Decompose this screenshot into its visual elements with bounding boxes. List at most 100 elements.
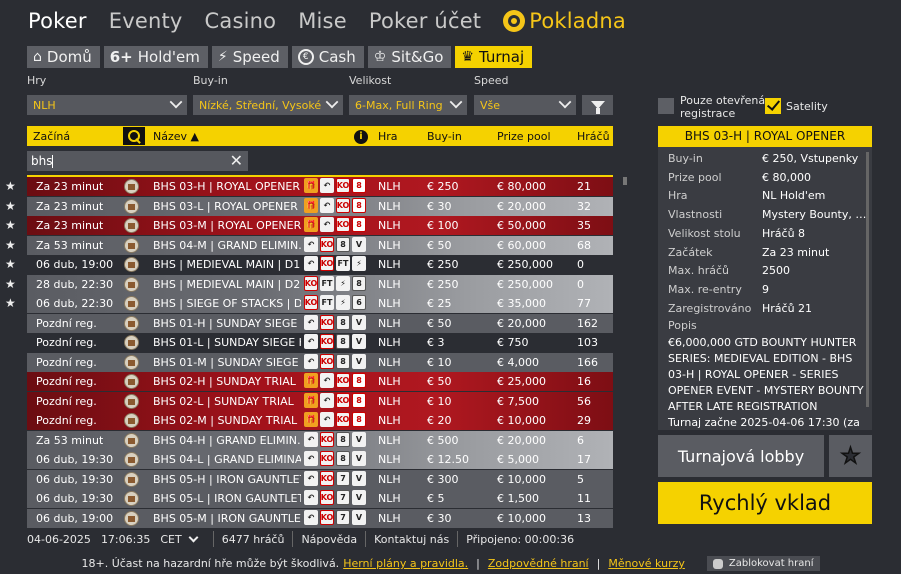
- row-badges: ↶ KO FT ⚡: [304, 256, 368, 271]
- table-row[interactable]: 28 dub, 22:30 BHS | MEDIEVAL MAIN | D2 NLH…: [27, 274, 613, 294]
- row-name: BHS 01-H | SUNDAY SIEGE …: [153, 316, 301, 330]
- table-row[interactable]: 06 dub, 22:30 BHS | SIEGE OF STACKS | D… N…: [27, 294, 613, 313]
- pin-icon[interactable]: ★: [5, 296, 19, 310]
- nav-poker[interactable]: Poker: [28, 9, 87, 33]
- tab-holdem[interactable]: 6+ Hold'em: [103, 46, 208, 68]
- detail-value: Hráčů 21: [762, 301, 813, 315]
- tournament-lobby-button[interactable]: Turnajová lobby: [658, 435, 824, 477]
- list-scrollbar[interactable]: [623, 177, 627, 185]
- row-players: 162: [577, 316, 598, 330]
- table-row[interactable]: Pozdní reg. BHS 01-H | SUNDAY SIEGE … NLH €…: [27, 313, 613, 333]
- favorite-button[interactable]: ★: [829, 435, 872, 477]
- row-prize-pool: € 10,000: [497, 511, 546, 525]
- size-select[interactable]: 6-Max, Full Ring: [349, 95, 467, 115]
- filter-button[interactable]: [582, 95, 613, 115]
- buyin-select[interactable]: Nízké, Střední, Vysoké: [193, 95, 343, 115]
- variant-badge: V: [352, 490, 366, 505]
- table-row[interactable]: 06 dub, 19:00 BHS 05-M | IRON GAUNTLET NLH…: [27, 508, 613, 528]
- header-players[interactable]: Hráčů: [577, 130, 610, 143]
- tab-cash[interactable]: € Cash: [291, 46, 364, 68]
- responsible-gaming-link[interactable]: Zodpovědné hraní: [488, 557, 589, 570]
- table-size-badge: 8: [336, 431, 350, 447]
- only-open-registration-label: Pouze otevřená registrace: [680, 94, 766, 120]
- nav-missions[interactable]: Mise: [298, 9, 347, 33]
- top-navigation: Poker Eventy Casino Mise Poker účet Pokl…: [0, 0, 901, 42]
- table-row[interactable]: 06 dub, 19:00 BHS | MEDIEVAL MAIN | D1 NLH…: [27, 255, 613, 274]
- table-row[interactable]: Za 23 minut BHS 03-L | ROYAL OPENER NLH € 3…: [27, 196, 613, 216]
- row-players: 29: [577, 414, 591, 427]
- tab-home[interactable]: ⌂ Domů: [27, 46, 100, 68]
- table-row[interactable]: 06 dub, 19:30 BHS 04-L | GRAND ELIMINA… NL…: [27, 450, 613, 469]
- pin-icon[interactable]: ★: [5, 257, 19, 271]
- table-row[interactable]: Za 23 minut BHS 03-M | ROYAL OPENER NLH € 1…: [27, 216, 613, 235]
- clear-search-icon[interactable]: ✕: [230, 151, 243, 171]
- table-row[interactable]: Pozdní reg. BHS 01-L | SUNDAY SIEGE K… NLH…: [27, 333, 613, 352]
- table-size-badge: 8: [336, 334, 350, 349]
- table-row[interactable]: Za 23 minut BHS 03-H | ROYAL OPENER NLH € 2…: [27, 177, 613, 196]
- contact-link[interactable]: Kontaktuj nás: [374, 533, 449, 546]
- search-input[interactable]: bhs ✕: [27, 151, 248, 171]
- reentry-icon: ↶: [320, 392, 334, 408]
- castle-icon: [124, 413, 139, 428]
- quick-deposit-button[interactable]: Rychlý vklad: [658, 482, 872, 524]
- game-rules-link[interactable]: Herní plány a pravidla.: [343, 557, 468, 570]
- text-cursor: [52, 155, 54, 168]
- table-row[interactable]: Za 53 minut BHS 04-M | GRAND ELIMIN… NLH € …: [27, 235, 613, 255]
- pin-icon[interactable]: ★: [5, 179, 19, 193]
- tab-sitgo[interactable]: ♔ Sit&Go: [367, 46, 452, 68]
- table-row[interactable]: Pozdní reg. BHS 02-H | SUNDAY TRIAL NLH € 5…: [27, 372, 613, 391]
- tab-tournament[interactable]: ♛ Turnaj: [455, 46, 533, 68]
- header-buyin[interactable]: Buy-in: [427, 130, 462, 143]
- tab-speed[interactable]: ⚡ Speed: [211, 46, 288, 68]
- table-row[interactable]: Pozdní reg. BHS 02-L | SUNDAY TRIAL NLH € 1…: [27, 391, 613, 411]
- nav-cashier[interactable]: Pokladna: [503, 9, 626, 33]
- nav-events[interactable]: Eventy: [109, 9, 183, 33]
- separator: [212, 531, 214, 547]
- pin-icon[interactable]: ★: [5, 218, 19, 232]
- knockout-badge: KO: [320, 353, 334, 369]
- table-row[interactable]: Za 53 minut BHS 04-H | GRAND ELIMIN… NLH € …: [27, 430, 613, 450]
- detail-value: € 80,000: [762, 170, 811, 184]
- speed-select[interactable]: Vše: [474, 95, 576, 115]
- reentry-icon: ↶: [304, 470, 318, 486]
- row-players: 32: [577, 199, 591, 213]
- detail-scrollbar[interactable]: [866, 152, 869, 407]
- row-players: 103: [577, 336, 598, 349]
- header-game[interactable]: Hra: [378, 130, 398, 143]
- satellites-checkbox[interactable]: [765, 98, 781, 114]
- table-size-badge: 8: [336, 236, 350, 252]
- header-prize-pool[interactable]: Prize pool: [497, 130, 551, 143]
- only-open-registration-checkbox[interactable]: [658, 98, 674, 114]
- players-online: 6477 hráčů: [221, 532, 285, 546]
- row-prize-pool: € 7,500: [497, 394, 539, 408]
- separator: |: [476, 557, 480, 570]
- separator: [365, 531, 367, 547]
- nav-casino[interactable]: Casino: [205, 9, 277, 33]
- table-row[interactable]: Pozdní reg. BHS 01-M | SUNDAY SIEGE … NLH €…: [27, 352, 613, 372]
- help-link[interactable]: Nápověda: [301, 533, 357, 546]
- row-badges: ↶ KO 8 V: [304, 451, 368, 466]
- table-row[interactable]: 06 dub, 19:30 BHS 05-L | IRON GAUNTLET NLH…: [27, 489, 613, 508]
- row-starts: Pozdní reg.: [36, 394, 97, 408]
- search-icon[interactable]: [123, 127, 145, 145]
- header-name[interactable]: Název ▲: [153, 130, 199, 143]
- row-buyin: € 250: [427, 180, 459, 193]
- currency-rates-link[interactable]: Měnové kurzy: [608, 557, 685, 570]
- row-game: NLH: [378, 336, 401, 349]
- row-starts: 28 dub, 22:30: [36, 277, 114, 291]
- info-icon[interactable]: i: [354, 130, 368, 144]
- pin-icon[interactable]: ★: [5, 199, 19, 213]
- detail-label: Max. re-entry: [668, 282, 742, 296]
- pin-icon[interactable]: ★: [5, 238, 19, 252]
- nav-poker-account[interactable]: Poker účet: [369, 9, 481, 33]
- game-select[interactable]: NLH: [27, 95, 187, 115]
- status-timezone[interactable]: CET: [160, 533, 181, 546]
- pin-icon[interactable]: ★: [5, 277, 19, 291]
- table-row[interactable]: Pozdní reg. BHS 02-M | SUNDAY TRIAL NLH € 2…: [27, 411, 613, 430]
- row-name: BHS 04-M | GRAND ELIMIN…: [153, 238, 301, 252]
- detail-value: NL Hold'em: [762, 189, 826, 203]
- header-starts[interactable]: Začíná: [33, 130, 70, 143]
- block-gaming-button[interactable]: Zablokovat hraní: [706, 556, 820, 571]
- chevron-down-icon[interactable]: [188, 532, 199, 542]
- table-row[interactable]: 06 dub, 19:30 BHS 05-H | IRON GAUNTLET NLH…: [27, 469, 613, 489]
